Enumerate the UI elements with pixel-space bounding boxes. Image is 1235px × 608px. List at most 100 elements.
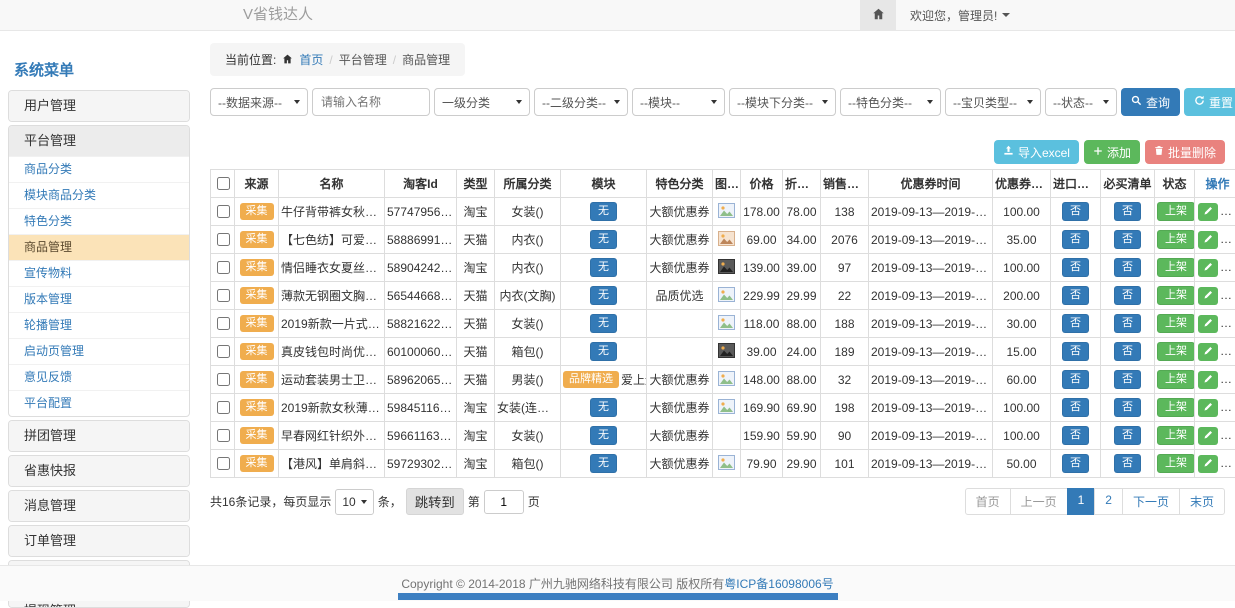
- edit-button[interactable]: [1198, 203, 1218, 221]
- pagination-item[interactable]: 首页: [965, 488, 1011, 515]
- sidebar-submenu-item[interactable]: 启动页管理: [9, 338, 189, 364]
- sidebar-submenu-item[interactable]: 商品分类: [9, 156, 189, 182]
- sidebar-submenu-item[interactable]: 宣传物料: [9, 260, 189, 286]
- sidebar-submenu-item[interactable]: 平台配置: [9, 390, 189, 416]
- breadcrumb-home-link[interactable]: 首页: [299, 51, 323, 68]
- import-pick-toggle[interactable]: 否: [1062, 258, 1089, 277]
- module-badge[interactable]: 无: [590, 314, 617, 333]
- import-pick-toggle[interactable]: 否: [1062, 286, 1089, 305]
- edit-button[interactable]: [1198, 315, 1218, 333]
- filter-select-feature-category[interactable]: --特色分类--: [840, 88, 941, 116]
- module-badge[interactable]: 无: [590, 426, 617, 445]
- module-badge[interactable]: 无: [590, 342, 617, 361]
- module-badge[interactable]: 无: [590, 286, 617, 305]
- row-checkbox[interactable]: [217, 233, 230, 246]
- row-checkbox[interactable]: [217, 261, 230, 274]
- edit-button[interactable]: [1198, 455, 1218, 473]
- edit-button[interactable]: [1198, 427, 1218, 445]
- pagination-item[interactable]: 2: [1094, 488, 1123, 515]
- must-buy-toggle[interactable]: 否: [1114, 342, 1141, 361]
- must-buy-toggle[interactable]: 否: [1114, 286, 1141, 305]
- pagination-item[interactable]: 末页: [1179, 488, 1225, 515]
- import-pick-toggle[interactable]: 否: [1062, 342, 1089, 361]
- row-checkbox[interactable]: [217, 401, 230, 414]
- must-buy-toggle[interactable]: 否: [1114, 314, 1141, 333]
- must-buy-toggle[interactable]: 否: [1114, 258, 1141, 277]
- filter-select-level2-category[interactable]: --二级分类--: [534, 88, 628, 116]
- sidebar-submenu-item[interactable]: 轮播管理: [9, 312, 189, 338]
- import-pick-toggle[interactable]: 否: [1062, 314, 1089, 333]
- icp-link[interactable]: 粤ICP备16098006号: [724, 575, 833, 592]
- pagination-item[interactable]: 上一页: [1010, 488, 1068, 515]
- module-badge[interactable]: 无: [590, 454, 617, 473]
- filter-select-module[interactable]: --模块--: [632, 88, 725, 116]
- status-toggle[interactable]: 上架: [1157, 230, 1195, 249]
- module-badge[interactable]: 无: [590, 230, 617, 249]
- row-checkbox[interactable]: [217, 289, 230, 302]
- must-buy-toggle[interactable]: 否: [1114, 370, 1141, 389]
- row-checkbox[interactable]: [217, 205, 230, 218]
- module-badge[interactable]: 无: [590, 258, 617, 277]
- sidebar-submenu-item[interactable]: 意见反馈: [9, 364, 189, 390]
- must-buy-toggle[interactable]: 否: [1114, 426, 1141, 445]
- page-number-input[interactable]: [484, 490, 524, 514]
- app-title[interactable]: V省钱达人: [243, 0, 313, 30]
- row-checkbox[interactable]: [217, 457, 230, 470]
- sidebar-menu-order-management[interactable]: 订单管理: [9, 526, 189, 556]
- status-toggle[interactable]: 上架: [1157, 370, 1195, 389]
- filter-select-item-type[interactable]: --宝贝类型--: [945, 88, 1041, 116]
- pagination-item[interactable]: 1: [1067, 488, 1096, 515]
- must-buy-toggle[interactable]: 否: [1114, 398, 1141, 417]
- must-buy-toggle[interactable]: 否: [1114, 454, 1141, 473]
- edit-button[interactable]: [1198, 287, 1218, 305]
- edit-button[interactable]: [1198, 399, 1218, 417]
- status-toggle[interactable]: 上架: [1157, 426, 1195, 445]
- filter-select-level1-category[interactable]: 一级分类: [434, 88, 530, 116]
- must-buy-toggle[interactable]: 否: [1114, 230, 1141, 249]
- pagination-item[interactable]: 下一页: [1122, 488, 1180, 515]
- import-pick-toggle[interactable]: 否: [1062, 202, 1089, 221]
- sidebar-submenu-item[interactable]: 模块商品分类: [9, 182, 189, 208]
- batch-delete-button[interactable]: 批量删除: [1145, 140, 1225, 164]
- row-checkbox[interactable]: [217, 317, 230, 330]
- sidebar-menu-group-buy-management[interactable]: 拼团管理: [9, 421, 189, 451]
- home-button[interactable]: [860, 0, 896, 30]
- must-buy-toggle[interactable]: 否: [1114, 202, 1141, 221]
- module-badge[interactable]: 品牌精选: [563, 371, 619, 388]
- sidebar-menu-saving-express[interactable]: 省惠快报: [9, 456, 189, 486]
- edit-button[interactable]: [1198, 343, 1218, 361]
- sidebar-menu-user-management[interactable]: 用户管理: [9, 91, 189, 121]
- sidebar-menu-platform-management[interactable]: 平台管理: [9, 126, 189, 156]
- edit-button[interactable]: [1198, 259, 1218, 277]
- sidebar-menu-message-management[interactable]: 消息管理: [9, 491, 189, 521]
- edit-button[interactable]: [1198, 371, 1218, 389]
- module-badge[interactable]: 无: [590, 398, 617, 417]
- import-pick-toggle[interactable]: 否: [1062, 426, 1089, 445]
- status-toggle[interactable]: 上架: [1157, 202, 1195, 221]
- status-toggle[interactable]: 上架: [1157, 258, 1195, 277]
- row-checkbox[interactable]: [217, 345, 230, 358]
- filter-select-status[interactable]: --状态--: [1045, 88, 1117, 116]
- sidebar-submenu-item[interactable]: 版本管理: [9, 286, 189, 312]
- user-menu[interactable]: 欢迎您，管理员!: [896, 0, 1024, 30]
- status-toggle[interactable]: 上架: [1157, 454, 1195, 473]
- filter-select-data-source[interactable]: --数据来源--: [210, 88, 308, 116]
- row-checkbox[interactable]: [217, 373, 230, 386]
- per-page-select[interactable]: 10: [335, 489, 373, 515]
- select-all-checkbox[interactable]: [217, 177, 230, 190]
- edit-button[interactable]: [1198, 231, 1218, 249]
- sidebar-submenu-item[interactable]: 特色分类: [9, 208, 189, 234]
- status-toggle[interactable]: 上架: [1157, 314, 1195, 333]
- status-toggle[interactable]: 上架: [1157, 398, 1195, 417]
- reset-button[interactable]: 重置: [1184, 88, 1235, 116]
- filter-select-module-sub-category[interactable]: --模块下分类--: [729, 88, 836, 116]
- name-search-input[interactable]: [312, 88, 430, 116]
- status-toggle[interactable]: 上架: [1157, 342, 1195, 361]
- search-button[interactable]: 查询: [1121, 88, 1180, 116]
- module-badge[interactable]: 无: [590, 202, 617, 221]
- status-toggle[interactable]: 上架: [1157, 286, 1195, 305]
- jump-to-button[interactable]: 跳转到: [406, 488, 464, 515]
- import-pick-toggle[interactable]: 否: [1062, 230, 1089, 249]
- import-pick-toggle[interactable]: 否: [1062, 398, 1089, 417]
- row-checkbox[interactable]: [217, 429, 230, 442]
